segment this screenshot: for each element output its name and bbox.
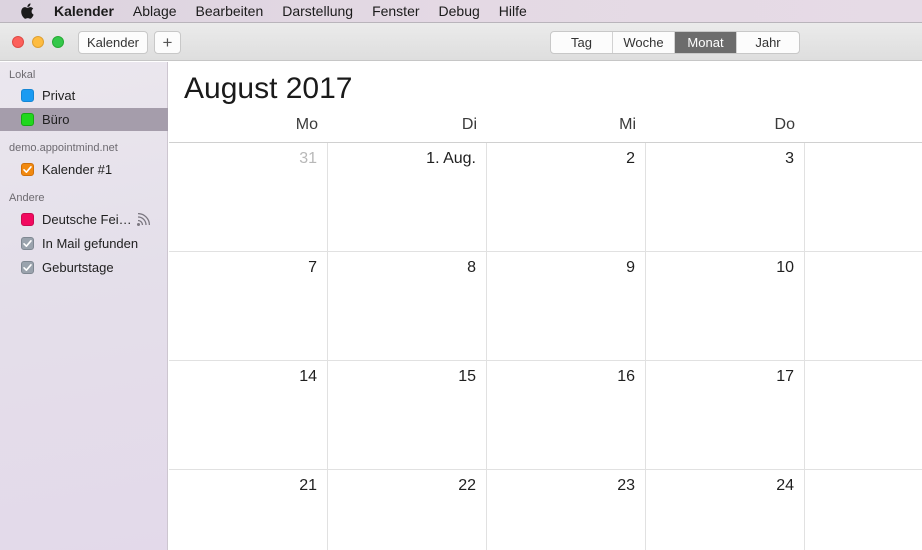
day-number: 3 — [785, 150, 794, 167]
day-number: 15 — [458, 368, 476, 385]
calendar-color-checkbox[interactable] — [21, 89, 34, 102]
weekday-header-di: Di — [461, 116, 477, 133]
weekday-header-mo: Mo — [295, 116, 318, 133]
calendar-name: Büro — [42, 112, 70, 127]
sidebar-item-deutsche-feiertage[interactable]: Deutsche Fei… — [0, 208, 168, 231]
day-cell[interactable] — [805, 470, 922, 550]
day-cell[interactable]: 23 — [487, 470, 646, 550]
day-number: 31 — [299, 150, 317, 167]
day-number: 14 — [299, 368, 317, 385]
day-cell[interactable]: 14 — [169, 361, 328, 470]
checkmark-icon — [23, 264, 32, 271]
sidebar-item-geburtstage[interactable]: Geburtstage — [0, 256, 168, 279]
title-year: 2017 — [285, 72, 353, 105]
page-title: August 2017 — [184, 72, 353, 106]
calendar-window: Kalender + Tag Woche Monat Jahr Lokal Pr… — [0, 22, 922, 550]
day-number: 16 — [617, 368, 635, 385]
day-cell[interactable]: 31 — [169, 143, 328, 252]
day-cell[interactable]: 2 — [487, 143, 646, 252]
sidebar-item-privat[interactable]: Privat — [0, 84, 168, 107]
day-number: 21 — [299, 477, 317, 494]
calendar-color-checkbox[interactable] — [21, 237, 34, 250]
day-number: 22 — [458, 477, 476, 494]
subscription-feed-icon — [137, 213, 151, 226]
menu-ablage[interactable]: Ablage — [133, 3, 177, 19]
day-cell[interactable] — [805, 361, 922, 470]
day-cell[interactable]: 3 — [646, 143, 805, 252]
tab-day[interactable]: Tag — [551, 32, 613, 53]
minimize-window-button[interactable] — [32, 36, 44, 48]
group-label-andere: Andere — [9, 192, 45, 204]
day-cell[interactable]: 24 — [646, 470, 805, 550]
day-cell[interactable] — [805, 252, 922, 361]
tab-week[interactable]: Woche — [613, 32, 675, 53]
tab-year[interactable]: Jahr — [737, 32, 799, 53]
tab-month[interactable]: Monat — [675, 32, 737, 53]
menu-hilfe[interactable]: Hilfe — [499, 3, 527, 19]
sidebar-item-buero[interactable]: Büro — [0, 108, 168, 131]
apple-logo-icon[interactable] — [20, 3, 34, 19]
calendar-color-checkbox[interactable] — [21, 163, 34, 176]
plus-icon: + — [162, 32, 173, 52]
calendar-name: Kalender #1 — [42, 162, 113, 177]
day-cell[interactable]: 22 — [328, 470, 487, 550]
menu-app-name[interactable]: Kalender — [54, 3, 114, 19]
day-number: 7 — [308, 259, 317, 276]
menu-bearbeiten[interactable]: Bearbeiten — [196, 3, 264, 19]
checkmark-icon — [23, 240, 32, 247]
menu-fenster[interactable]: Fenster — [372, 3, 419, 19]
calendar-color-checkbox[interactable] — [21, 213, 34, 226]
day-number: 17 — [776, 368, 794, 385]
title-month: August — [184, 72, 278, 105]
day-cell[interactable]: 21 — [169, 470, 328, 550]
day-cell[interactable]: 10 — [646, 252, 805, 361]
group-label-lokal: Lokal — [9, 69, 36, 81]
add-event-button[interactable]: + — [154, 31, 181, 54]
menu-darstellung[interactable]: Darstellung — [282, 3, 353, 19]
day-number: 23 — [617, 477, 635, 494]
close-window-button[interactable] — [12, 36, 24, 48]
day-number: 2 — [626, 150, 635, 167]
day-number: 1. Aug. — [426, 150, 476, 167]
day-cell[interactable]: 9 — [487, 252, 646, 361]
day-cell[interactable]: 7 — [169, 252, 328, 361]
day-cell[interactable]: 16 — [487, 361, 646, 470]
calendar-color-checkbox[interactable] — [21, 261, 34, 274]
day-number: 8 — [467, 259, 476, 276]
fullscreen-window-button[interactable] — [52, 36, 64, 48]
day-cell[interactable]: 17 — [646, 361, 805, 470]
day-number: 24 — [776, 477, 794, 494]
day-number: 9 — [626, 259, 635, 276]
day-cell[interactable]: 1. Aug. — [328, 143, 487, 252]
weekday-header-do: Do — [774, 116, 795, 133]
day-cell[interactable]: 8 — [328, 252, 487, 361]
month-view: August 2017 Mo Di Mi Do 31 1. Aug. 2 3 7… — [169, 62, 922, 550]
day-cell[interactable] — [805, 143, 922, 252]
checkmark-icon — [23, 166, 32, 173]
calendar-color-checkbox[interactable] — [21, 113, 34, 126]
calendar-name: In Mail gefunden — [42, 236, 139, 251]
calendars-toggle-button[interactable]: Kalender — [78, 31, 148, 54]
menu-bar: Kalender Ablage Bearbeiten Darstellung F… — [0, 0, 922, 22]
day-number: 10 — [776, 259, 794, 276]
sidebar-item-kalender-1[interactable]: Kalender #1 — [0, 158, 168, 181]
window-toolbar: Kalender + Tag Woche Monat Jahr — [0, 23, 922, 61]
calendar-name: Privat — [42, 88, 76, 103]
view-segmented-control: Tag Woche Monat Jahr — [550, 31, 800, 54]
day-cell[interactable]: 15 — [328, 361, 487, 470]
group-label-account: demo.appointmind.net — [9, 142, 118, 154]
sidebar-item-in-mail-gefunden[interactable]: In Mail gefunden — [0, 232, 168, 255]
month-grid: 31 1. Aug. 2 3 7 8 9 10 14 15 16 17 21 2… — [169, 142, 922, 550]
calendar-name: Geburtstage — [42, 260, 114, 275]
calendar-list-sidebar: Lokal Privat Büro demo.appointmind.net K… — [0, 62, 168, 550]
calendar-name: Deutsche Fei… — [42, 212, 132, 227]
weekday-header-mi: Mi — [619, 116, 636, 133]
menu-debug[interactable]: Debug — [439, 3, 480, 19]
